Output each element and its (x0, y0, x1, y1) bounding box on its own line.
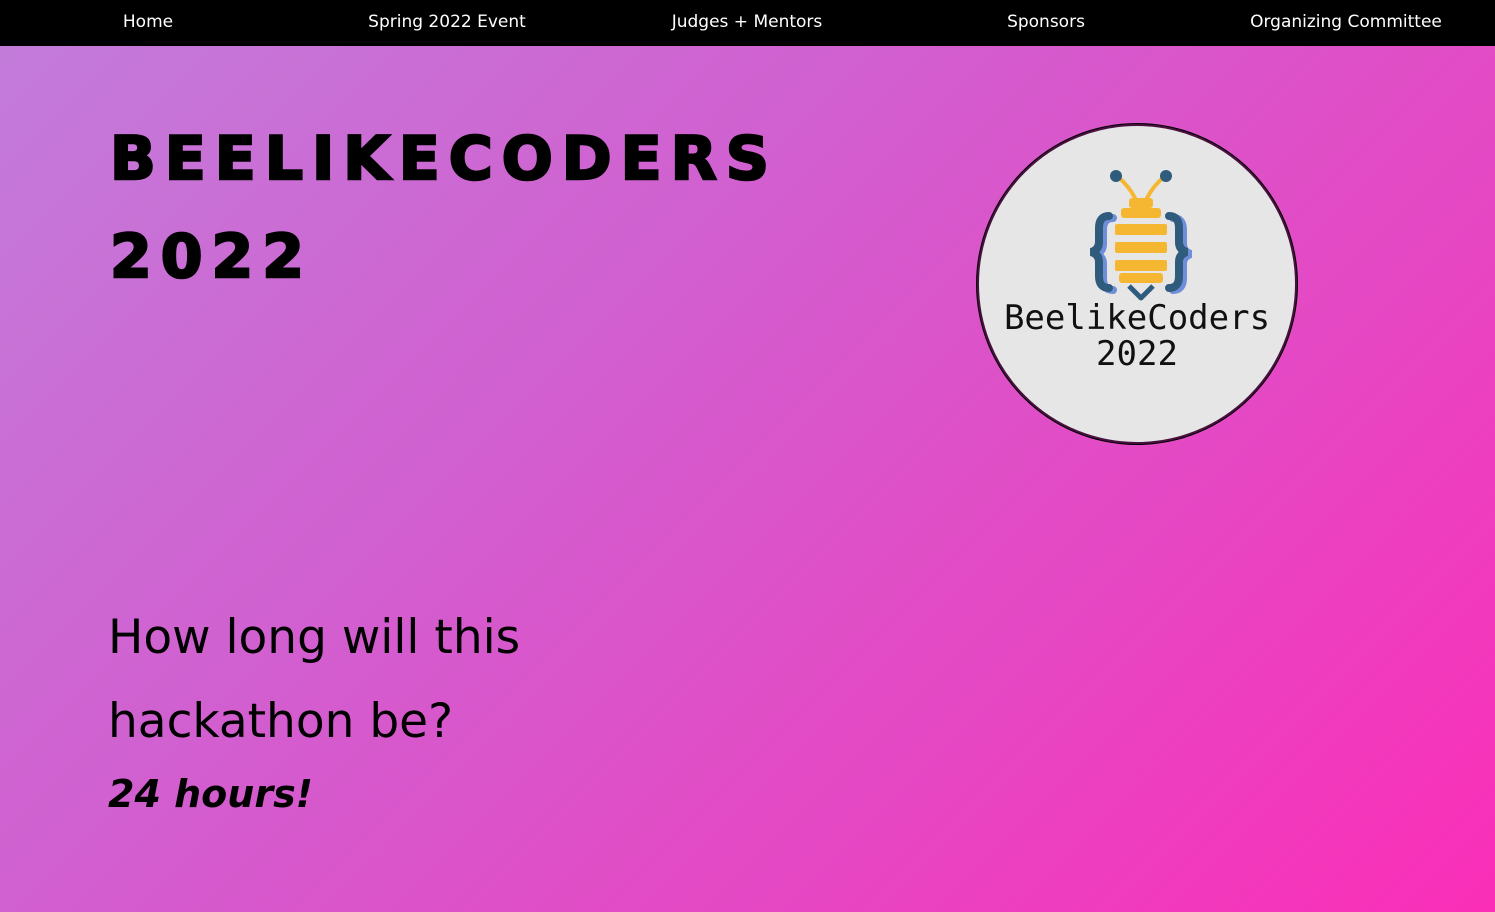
beelikecoders-logo: BeelikeCoders 2022 (977, 124, 1297, 444)
nav-link-home[interactable]: Home (48, 0, 248, 44)
nav-link-sponsors[interactable]: Sponsors (946, 0, 1146, 44)
nav-link-judges-mentors[interactable]: Judges + Mentors (647, 0, 847, 44)
top-nav-bar: Home Spring 2022 Event Judges + Mentors … (0, 0, 1495, 46)
faq-question: How long will this hackathon be? (108, 610, 521, 749)
page-title-line2: 2022 (109, 221, 313, 294)
nav-link-spring-2022-event[interactable]: Spring 2022 Event (347, 0, 547, 44)
page-title-line1: BEELIKECODERS (109, 123, 778, 196)
logo-text-year: 2022 (1096, 334, 1178, 374)
page-title: BEELIKECODERS 2022 (109, 110, 870, 306)
faq-answer: 24 hours! (108, 772, 314, 816)
nav-link-organizing-committee[interactable]: Organizing Committee (1230, 0, 1462, 44)
logo-text-name: BeelikeCoders (1003, 298, 1271, 338)
bee-icon (1089, 170, 1193, 301)
